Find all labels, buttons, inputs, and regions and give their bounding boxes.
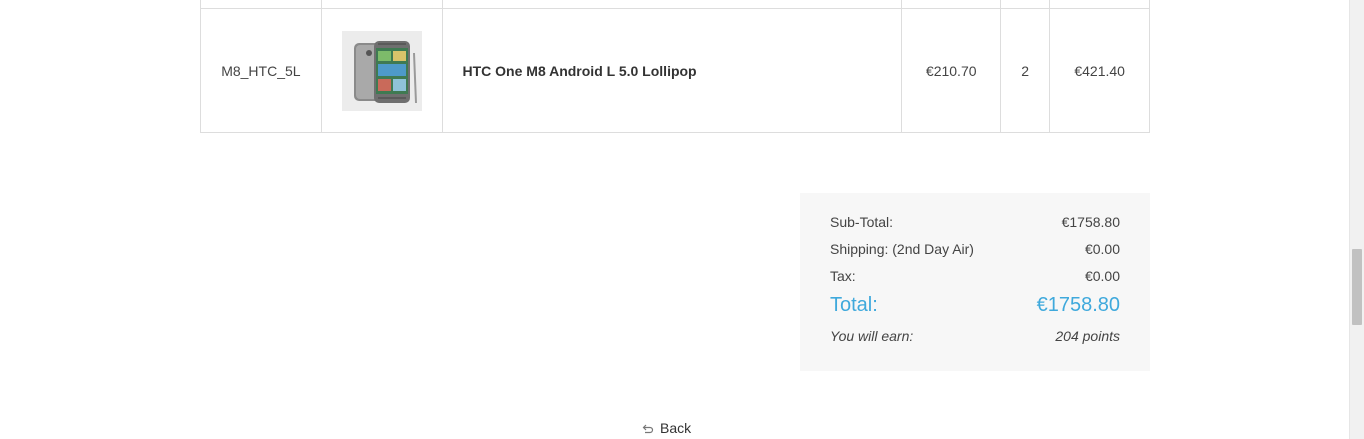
subtotal-value: €1758.80: [1061, 214, 1120, 230]
return-arrow-icon: [642, 422, 654, 434]
back-label: Back: [660, 420, 692, 436]
vertical-scrollbar[interactable]: [1349, 0, 1364, 439]
shipping-label: Shipping: (2nd Day Air): [830, 241, 974, 257]
item-quantity: 2: [1000, 8, 1051, 133]
total-value: €1758.80: [1036, 293, 1120, 316]
subtotal-row: Sub-Total: €1758.80: [830, 213, 1120, 231]
item-sku: M8_HTC_5L: [200, 8, 322, 133]
back-link[interactable]: Back: [642, 420, 691, 436]
total-label: Total:: [830, 293, 878, 316]
item-total: €421.40: [1049, 8, 1150, 133]
item-name: HTC One M8 Android L 5.0 Lollipop: [441, 8, 903, 133]
tax-label: Tax:: [830, 268, 856, 284]
total-row: Total: €1758.80: [830, 291, 1120, 319]
phone-image: [341, 30, 422, 111]
subtotal-label: Sub-Total:: [830, 214, 894, 230]
order-totals-panel: Sub-Total: €1758.80 Shipping: (2nd Day A…: [800, 193, 1150, 371]
tax-row: Tax: €0.00: [830, 267, 1120, 285]
tax-value: €0.00: [1084, 268, 1120, 284]
shipping-value: €0.00: [1084, 241, 1120, 257]
earn-value: 204 points: [1055, 328, 1120, 344]
table-row: M8_HTC_5L HTC One M8 Android L 5.0 Lolli…: [200, 8, 1150, 133]
order-items-table: M8_HTC_5L HTC One M8 Android L 5.0 Lolli…: [200, 0, 1150, 133]
order-details-page: M8_HTC_5L HTC One M8 Android L 5.0 Lolli…: [0, 0, 1364, 439]
reward-points-row: You will earn: 204 points: [830, 327, 1120, 345]
earn-label: You will earn:: [830, 328, 914, 344]
item-image-cell: [320, 8, 443, 133]
item-price: €210.70: [901, 8, 1002, 133]
product-image[interactable]: [341, 30, 422, 111]
shipping-row: Shipping: (2nd Day Air) €0.00: [830, 240, 1120, 258]
scrollbar-thumb[interactable]: [1352, 249, 1362, 325]
previous-table-row: [200, 0, 1150, 9]
